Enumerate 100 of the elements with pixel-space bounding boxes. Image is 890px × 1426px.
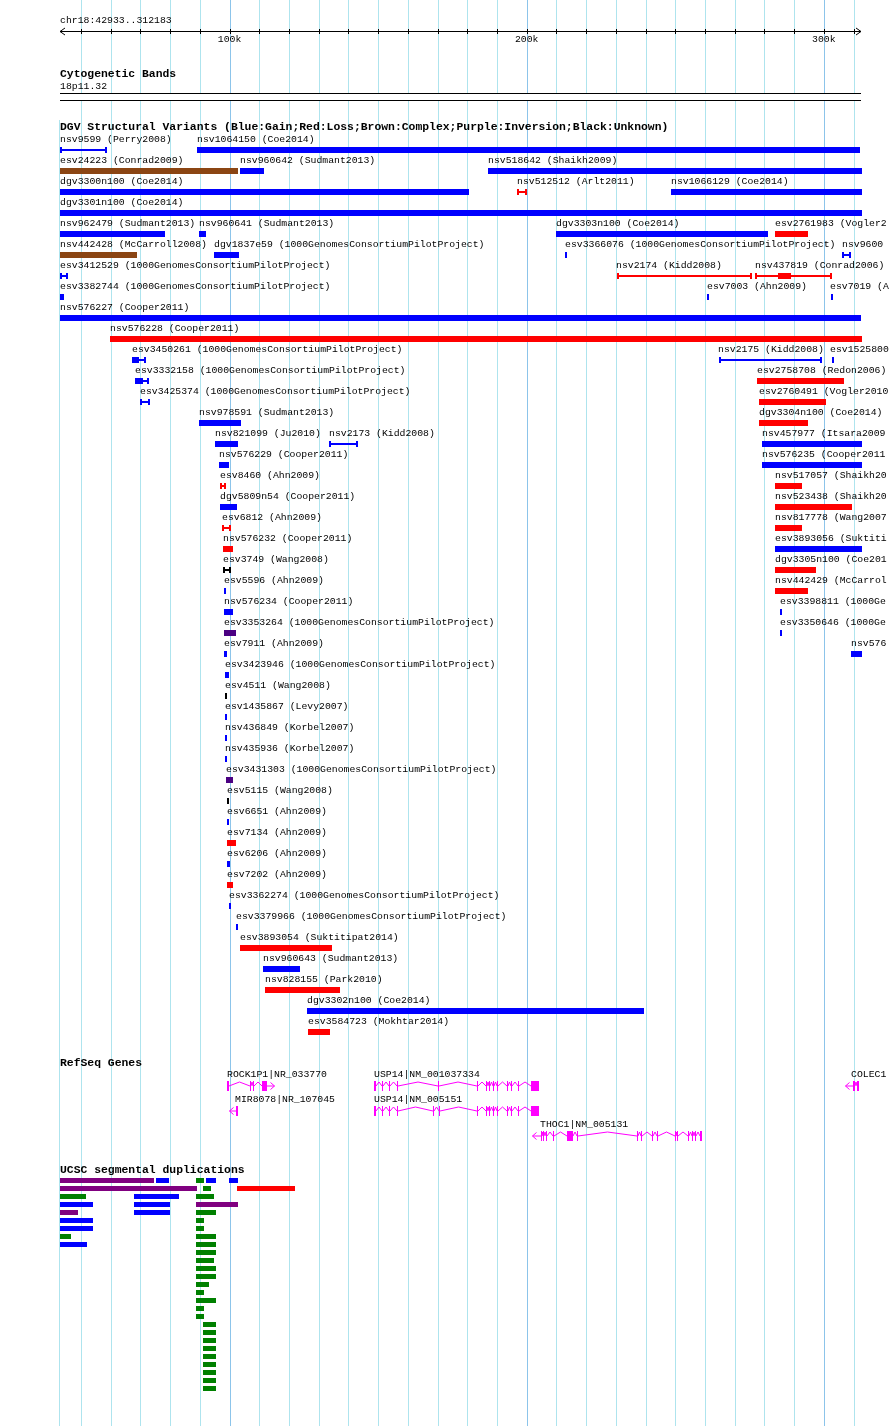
duplication-bar[interactable] [196, 1242, 216, 1247]
variant-bar[interactable] [759, 420, 808, 426]
gene-model[interactable] [845, 1081, 859, 1091]
duplication-bar[interactable] [60, 1210, 78, 1215]
variant-bar[interactable] [263, 966, 300, 972]
variant-bar[interactable] [199, 420, 241, 426]
duplication-bar[interactable] [203, 1186, 211, 1191]
variant-bar[interactable] [240, 945, 332, 951]
duplication-bar[interactable] [196, 1234, 216, 1239]
duplication-bar[interactable] [60, 1178, 154, 1183]
variant-bar[interactable] [775, 231, 808, 237]
duplication-bar[interactable] [203, 1354, 216, 1359]
variant-bar[interactable] [308, 1029, 330, 1035]
gene-model[interactable] [227, 1081, 275, 1091]
variant-bar[interactable] [757, 378, 844, 384]
duplication-bar[interactable] [196, 1226, 204, 1231]
variant-bar[interactable] [775, 567, 816, 573]
variant-bar[interactable] [227, 861, 230, 867]
gene-model[interactable] [374, 1106, 539, 1116]
variant-bar[interactable] [197, 147, 860, 153]
duplication-bar[interactable] [196, 1258, 214, 1263]
variant-interval[interactable] [140, 399, 150, 405]
variant-bar[interactable] [556, 231, 768, 237]
duplication-bar[interactable] [196, 1250, 216, 1255]
variant-interval[interactable] [132, 357, 146, 363]
duplication-bar[interactable] [196, 1266, 216, 1271]
duplication-bar[interactable] [203, 1338, 216, 1343]
duplication-bar[interactable] [196, 1274, 216, 1279]
variant-bar[interactable] [60, 210, 862, 216]
variant-bar[interactable] [307, 1008, 644, 1014]
gene-model[interactable] [374, 1081, 539, 1091]
duplication-bar[interactable] [156, 1178, 169, 1183]
duplication-bar[interactable] [196, 1218, 204, 1223]
variant-bar[interactable] [225, 672, 229, 678]
duplication-bar[interactable] [196, 1306, 204, 1311]
variant-bar[interactable] [214, 252, 239, 258]
duplication-bar[interactable] [196, 1202, 238, 1207]
duplication-bar[interactable] [203, 1322, 216, 1327]
variant-interval[interactable] [223, 567, 231, 573]
variant-bar[interactable] [227, 882, 233, 888]
duplication-bar[interactable] [196, 1282, 209, 1287]
duplication-bar[interactable] [206, 1178, 216, 1183]
variant-interval[interactable] [60, 147, 107, 153]
duplication-bar[interactable] [134, 1202, 170, 1207]
variant-bar[interactable] [199, 231, 206, 237]
duplication-bar[interactable] [203, 1386, 216, 1391]
duplication-bar[interactable] [60, 1202, 93, 1207]
variant-bar[interactable] [224, 609, 233, 615]
duplication-bar[interactable] [237, 1186, 295, 1191]
duplication-bar[interactable] [60, 1186, 197, 1191]
variant-bar[interactable] [759, 399, 826, 405]
variant-bar[interactable] [223, 546, 233, 552]
variant-bar[interactable] [775, 546, 862, 552]
duplication-bar[interactable] [196, 1178, 204, 1183]
duplication-bar[interactable] [203, 1378, 216, 1383]
duplication-bar[interactable] [196, 1314, 204, 1319]
duplication-bar[interactable] [60, 1194, 86, 1199]
duplication-bar[interactable] [203, 1370, 216, 1375]
variant-interval[interactable] [60, 273, 68, 279]
variant-bar[interactable] [60, 168, 238, 174]
duplication-bar[interactable] [134, 1194, 179, 1199]
duplication-bar[interactable] [60, 1234, 71, 1239]
variant-interval[interactable] [329, 441, 358, 447]
variant-interval[interactable] [719, 357, 822, 363]
variant-bar[interactable] [226, 777, 233, 783]
variant-bar[interactable] [775, 525, 802, 531]
variant-bar[interactable] [775, 483, 802, 489]
variant-bar[interactable] [110, 336, 862, 342]
variant-bar[interactable] [219, 462, 229, 468]
duplication-bar[interactable] [60, 1242, 87, 1247]
variant-interval[interactable] [135, 378, 149, 384]
duplication-bar[interactable] [203, 1346, 216, 1351]
variant-bar[interactable] [60, 231, 165, 237]
duplication-bar[interactable] [196, 1194, 214, 1199]
variant-bar[interactable] [762, 462, 862, 468]
duplication-bar[interactable] [134, 1210, 170, 1215]
duplication-bar[interactable] [203, 1362, 216, 1367]
variant-bar[interactable] [762, 441, 862, 447]
variant-bar[interactable] [488, 168, 862, 174]
variant-bar[interactable] [220, 504, 237, 510]
variant-bar[interactable] [215, 441, 238, 447]
variant-bar[interactable] [240, 168, 264, 174]
duplication-bar[interactable] [196, 1298, 216, 1303]
variant-bar[interactable] [851, 651, 862, 657]
duplication-bar[interactable] [60, 1226, 93, 1231]
variant-bar[interactable] [775, 588, 808, 594]
duplication-bar[interactable] [196, 1210, 216, 1215]
variant-bar[interactable] [671, 189, 862, 195]
duplication-bar[interactable] [203, 1330, 216, 1335]
variant-bar[interactable] [60, 315, 861, 321]
duplication-bar[interactable] [229, 1178, 238, 1183]
duplication-bar[interactable] [196, 1290, 204, 1295]
variant-bar[interactable] [265, 987, 340, 993]
duplication-bar[interactable] [60, 1218, 93, 1223]
variant-interval[interactable] [842, 252, 851, 258]
variant-bar[interactable] [224, 630, 236, 636]
gene-model[interactable] [532, 1131, 702, 1141]
variant-bar[interactable] [775, 504, 852, 510]
variant-bar[interactable] [227, 840, 236, 846]
variant-bar[interactable] [60, 189, 469, 195]
